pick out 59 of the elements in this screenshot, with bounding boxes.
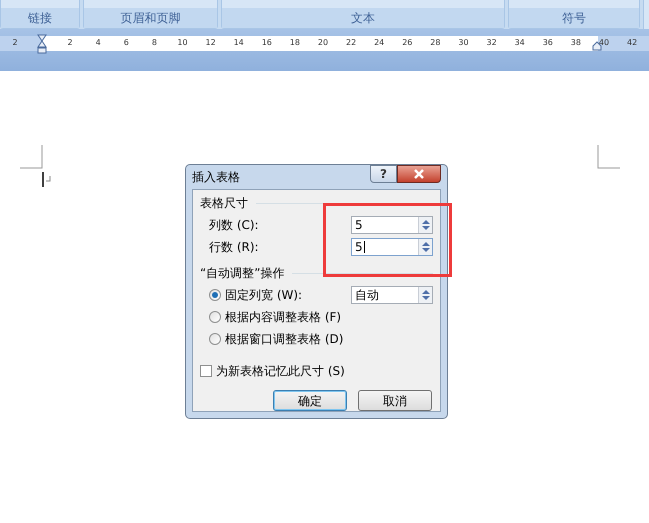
ruler-number: 14: [234, 37, 244, 49]
spin-field[interactable]: 自动: [351, 286, 433, 304]
ruler-number: 26: [402, 37, 412, 49]
ribbon-group: [643, 0, 649, 29]
dialog-title: 插入表格: [192, 169, 241, 186]
radio-label: 根据窗口调整表格 (D): [225, 331, 344, 348]
radio-button[interactable]: [209, 289, 221, 301]
ruler-number: 42: [627, 37, 638, 49]
ruler-number: 34: [514, 37, 525, 49]
field-label: 行数 (R):: [209, 239, 259, 256]
group-label: 链接: [1, 8, 79, 28]
ruler-number: 28: [430, 37, 440, 49]
checkbox-label: 为新表格记忆此尺寸 (S): [216, 363, 345, 380]
ruler-number: 32: [486, 37, 497, 49]
field-value: 5: [354, 239, 366, 255]
field-value: 自动: [354, 287, 380, 303]
ruler-number: 20: [318, 37, 328, 49]
ruler-number: 10: [177, 37, 188, 49]
indent-marker-icon[interactable]: [37, 34, 47, 54]
spin-field[interactable]: 5: [351, 238, 433, 256]
ruler-number: 4: [96, 37, 101, 49]
spin-field[interactable]: 5: [351, 216, 433, 234]
ruler-number: 40: [598, 37, 610, 49]
text-cursor: [364, 241, 365, 253]
ruler-number: 38: [570, 37, 581, 49]
ruler-number: 22: [346, 37, 356, 49]
close-icon: [413, 169, 425, 179]
radio-button[interactable]: [209, 311, 221, 323]
group-label: 页眉和页脚: [84, 8, 217, 28]
corner-mark-icon: [597, 145, 620, 169]
section-title: “自动调整”操作: [200, 265, 284, 282]
ruler-number: 12: [206, 37, 216, 49]
ruler-number: 6: [124, 37, 129, 49]
help-button[interactable]: ?: [370, 165, 397, 183]
ruler-number: 30: [458, 37, 469, 49]
ruler-number: 18: [290, 37, 300, 49]
radio-label: 根据内容调整表格 (F): [225, 309, 342, 326]
spin-arrows-icon[interactable]: [418, 239, 432, 255]
spin-arrows-icon[interactable]: [418, 217, 432, 233]
ruler-number: 24: [374, 37, 384, 49]
field-value: 5: [354, 217, 364, 233]
ruler-number: 2: [12, 37, 18, 49]
checkbox[interactable]: [200, 365, 212, 377]
field-label: 列数 (C):: [209, 217, 259, 234]
spin-arrows-icon[interactable]: [418, 287, 432, 303]
ruler-number: 2: [68, 37, 73, 49]
corner-mark-icon: [20, 145, 43, 169]
text-cursor-icon: [42, 172, 52, 188]
close-button[interactable]: [397, 165, 441, 183]
group-label: 符号: [509, 8, 639, 28]
radio-label: 固定列宽 (W):: [225, 287, 302, 304]
ruler-number: 36: [542, 37, 553, 49]
dialog-button[interactable]: 确定: [273, 390, 347, 411]
group-label: 文本: [222, 8, 504, 28]
ruler-number: 16: [262, 37, 272, 49]
section-title: 表格尺寸: [200, 195, 248, 212]
dialog-button[interactable]: 取消: [358, 390, 432, 411]
radio-button[interactable]: [209, 333, 221, 345]
ruler-number: 8: [152, 37, 157, 49]
